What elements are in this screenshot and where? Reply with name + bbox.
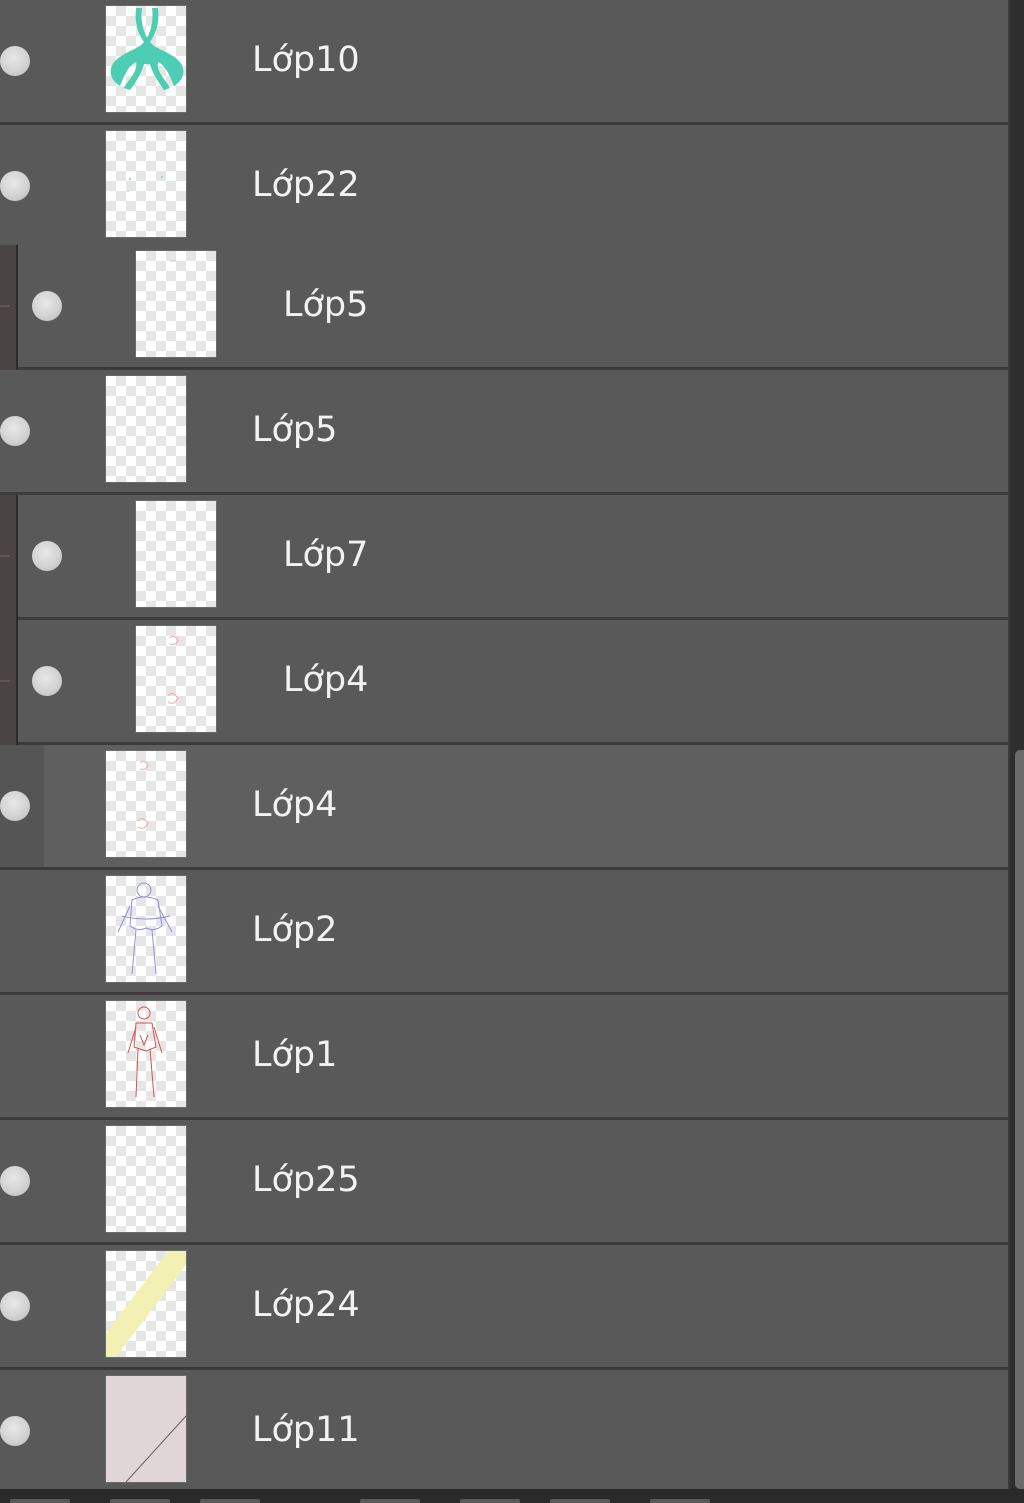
layer-thumbnail bbox=[105, 375, 187, 483]
yellow-stripe-thumbnail-art bbox=[106, 1251, 186, 1357]
footer-button[interactable] bbox=[650, 1499, 710, 1503]
layer-row[interactable]: Lớp11 bbox=[0, 1370, 1008, 1489]
layer-row[interactable]: Lớp5 bbox=[0, 370, 1008, 495]
layer-thumbnail bbox=[105, 1000, 187, 1108]
empty-thumbnail-art bbox=[170, 260, 176, 262]
layer-name: Lớp10 bbox=[252, 40, 360, 80]
visibility-eye-icon[interactable] bbox=[0, 171, 30, 201]
layer-thumbnail bbox=[105, 5, 187, 113]
layer-thumbnail bbox=[135, 250, 217, 358]
layer-row[interactable]: Lớp5 bbox=[18, 245, 1008, 370]
layer-name: Lớp4 bbox=[283, 660, 369, 700]
layer-name: Lớp5 bbox=[283, 285, 369, 325]
visibility-eye-icon[interactable] bbox=[0, 791, 30, 821]
footer-button[interactable] bbox=[10, 1499, 70, 1503]
footer-button[interactable] bbox=[110, 1499, 170, 1503]
footer-button[interactable] bbox=[460, 1499, 520, 1503]
layer-row[interactable]: Lớp24 bbox=[0, 1245, 1008, 1370]
visibility-eye-icon[interactable] bbox=[32, 541, 62, 571]
layer-thumbnail bbox=[105, 1125, 187, 1233]
blue-sketch-thumbnail-art bbox=[117, 882, 173, 975]
layer-row-selected[interactable]: Lớp4 bbox=[0, 745, 1008, 870]
layer-row[interactable]: Lớp25 bbox=[0, 1120, 1008, 1245]
layers-panel: Lớp10 Lớp22 Lớp5 Lớp5 Lớp7 Lớp4 Lớp4 Lớp… bbox=[0, 0, 1010, 1489]
mauve-fill-thumbnail-art bbox=[125, 1415, 186, 1482]
layer-name: Lớp2 bbox=[252, 910, 338, 950]
faint-dots-thumbnail-art bbox=[127, 175, 164, 192]
red-sketch-thumbnail-art bbox=[127, 1006, 163, 1098]
layer-thumbnail bbox=[105, 1375, 187, 1483]
layer-name: Lớp1 bbox=[252, 1035, 338, 1075]
scrollbar-thumb[interactable] bbox=[1015, 750, 1024, 1489]
layer-row[interactable]: Lớp7 bbox=[18, 495, 1008, 620]
group-indicator bbox=[0, 495, 18, 745]
pink-marks-thumbnail-art bbox=[137, 760, 149, 829]
layer-row[interactable]: Lớp10 bbox=[0, 0, 1008, 125]
scrollbar-track[interactable] bbox=[1010, 0, 1024, 1489]
visibility-eye-icon[interactable] bbox=[32, 291, 62, 321]
layer-thumbnail bbox=[135, 500, 217, 608]
layer-name: Lớp24 bbox=[252, 1285, 360, 1325]
visibility-eye-icon[interactable] bbox=[0, 46, 30, 76]
visibility-eye-icon[interactable] bbox=[0, 416, 30, 446]
layer-row[interactable]: Lớp4 bbox=[18, 620, 1008, 745]
layer-name: Lớp7 bbox=[283, 535, 369, 575]
layer-row[interactable]: Lớp2 bbox=[0, 870, 1008, 995]
layer-thumbnail bbox=[135, 625, 217, 733]
layer-name: Lớp4 bbox=[252, 785, 338, 825]
layer-row[interactable]: Lớp1 bbox=[0, 995, 1008, 1120]
layer-name: Lớp5 bbox=[252, 410, 338, 450]
layer-name: Lớp22 bbox=[252, 165, 360, 205]
layer-name: Lớp25 bbox=[252, 1160, 360, 1200]
visibility-eye-icon[interactable] bbox=[0, 1291, 30, 1321]
footer-button[interactable] bbox=[200, 1499, 260, 1503]
visibility-eye-icon[interactable] bbox=[0, 1416, 30, 1446]
layer-thumbnail bbox=[105, 1250, 187, 1358]
layer-thumbnail bbox=[105, 130, 187, 238]
layer-name: Lớp11 bbox=[252, 1410, 360, 1450]
group-indicator bbox=[0, 245, 18, 370]
footer-button[interactable] bbox=[550, 1499, 610, 1503]
layer-thumbnail bbox=[105, 875, 187, 983]
teal-figure-thumbnail-art bbox=[110, 8, 184, 90]
pink-marks-thumbnail-art bbox=[167, 635, 179, 704]
visibility-eye-icon[interactable] bbox=[0, 1166, 30, 1196]
visibility-eye-icon[interactable] bbox=[32, 666, 62, 696]
layer-row[interactable]: Lớp22 bbox=[0, 125, 1008, 250]
layer-thumbnail bbox=[105, 750, 187, 858]
footer-button[interactable] bbox=[360, 1499, 420, 1503]
